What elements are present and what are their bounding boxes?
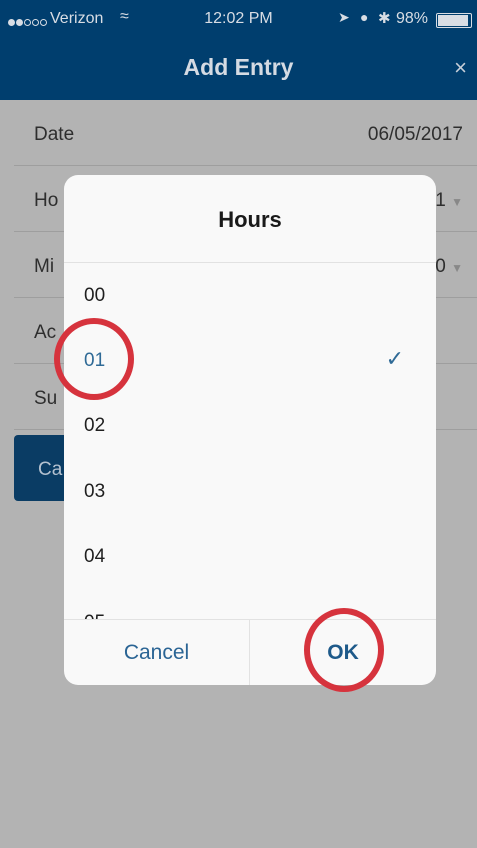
battery-percentage: 98% [396, 10, 429, 27]
activity-label: Ac [34, 322, 57, 343]
status-bar: Verizon ≈ 12:02 PM ➤ ● ✱ 98% [0, 0, 477, 40]
hours-option-02[interactable]: 02 [84, 393, 416, 458]
chevron-down-icon: ▼ [451, 195, 463, 209]
alarm-icon: ● [360, 9, 369, 25]
cancel-button[interactable]: Cancel [64, 620, 250, 685]
hours-picker-dialog: Hours 00 01 ✓ 02 03 04 05 Cancel OK [64, 175, 436, 685]
close-icon[interactable]: × [454, 55, 467, 81]
summary-label: Su [34, 388, 58, 409]
hours-option-03[interactable]: 03 [84, 459, 416, 524]
hours-option-00[interactable]: 00 [84, 263, 416, 328]
hours-value: 1 ▼ [435, 190, 463, 211]
chevron-down-icon: ▼ [451, 261, 463, 275]
hours-option-list[interactable]: 00 01 ✓ 02 03 04 05 [64, 263, 436, 619]
hours-option-01[interactable]: 01 ✓ [84, 328, 416, 393]
dialog-footer: Cancel OK [64, 619, 436, 685]
bluetooth-icon: ✱ [378, 10, 391, 27]
checkmark-icon: ✓ [385, 346, 404, 371]
page-title: Add Entry [183, 54, 294, 80]
location-arrow-icon: ➤ [338, 9, 350, 25]
picker-title: Hours [218, 207, 282, 232]
date-label: Date [34, 124, 75, 145]
ok-button[interactable]: OK [250, 620, 436, 685]
app-header: Verizon ≈ 12:02 PM ➤ ● ✱ 98% Add Entry × [0, 0, 477, 100]
minutes-value: 0 ▼ [435, 256, 463, 277]
hours-option-05[interactable]: 05 [84, 590, 416, 619]
date-row[interactable]: Date 06/05/2017 [14, 100, 477, 166]
minutes-label: Mi [34, 256, 55, 277]
battery-icon [436, 13, 472, 28]
hours-option-04[interactable]: 04 [84, 524, 416, 589]
date-value: 06/05/2017 [367, 124, 463, 145]
hours-label: Ho [34, 190, 59, 211]
